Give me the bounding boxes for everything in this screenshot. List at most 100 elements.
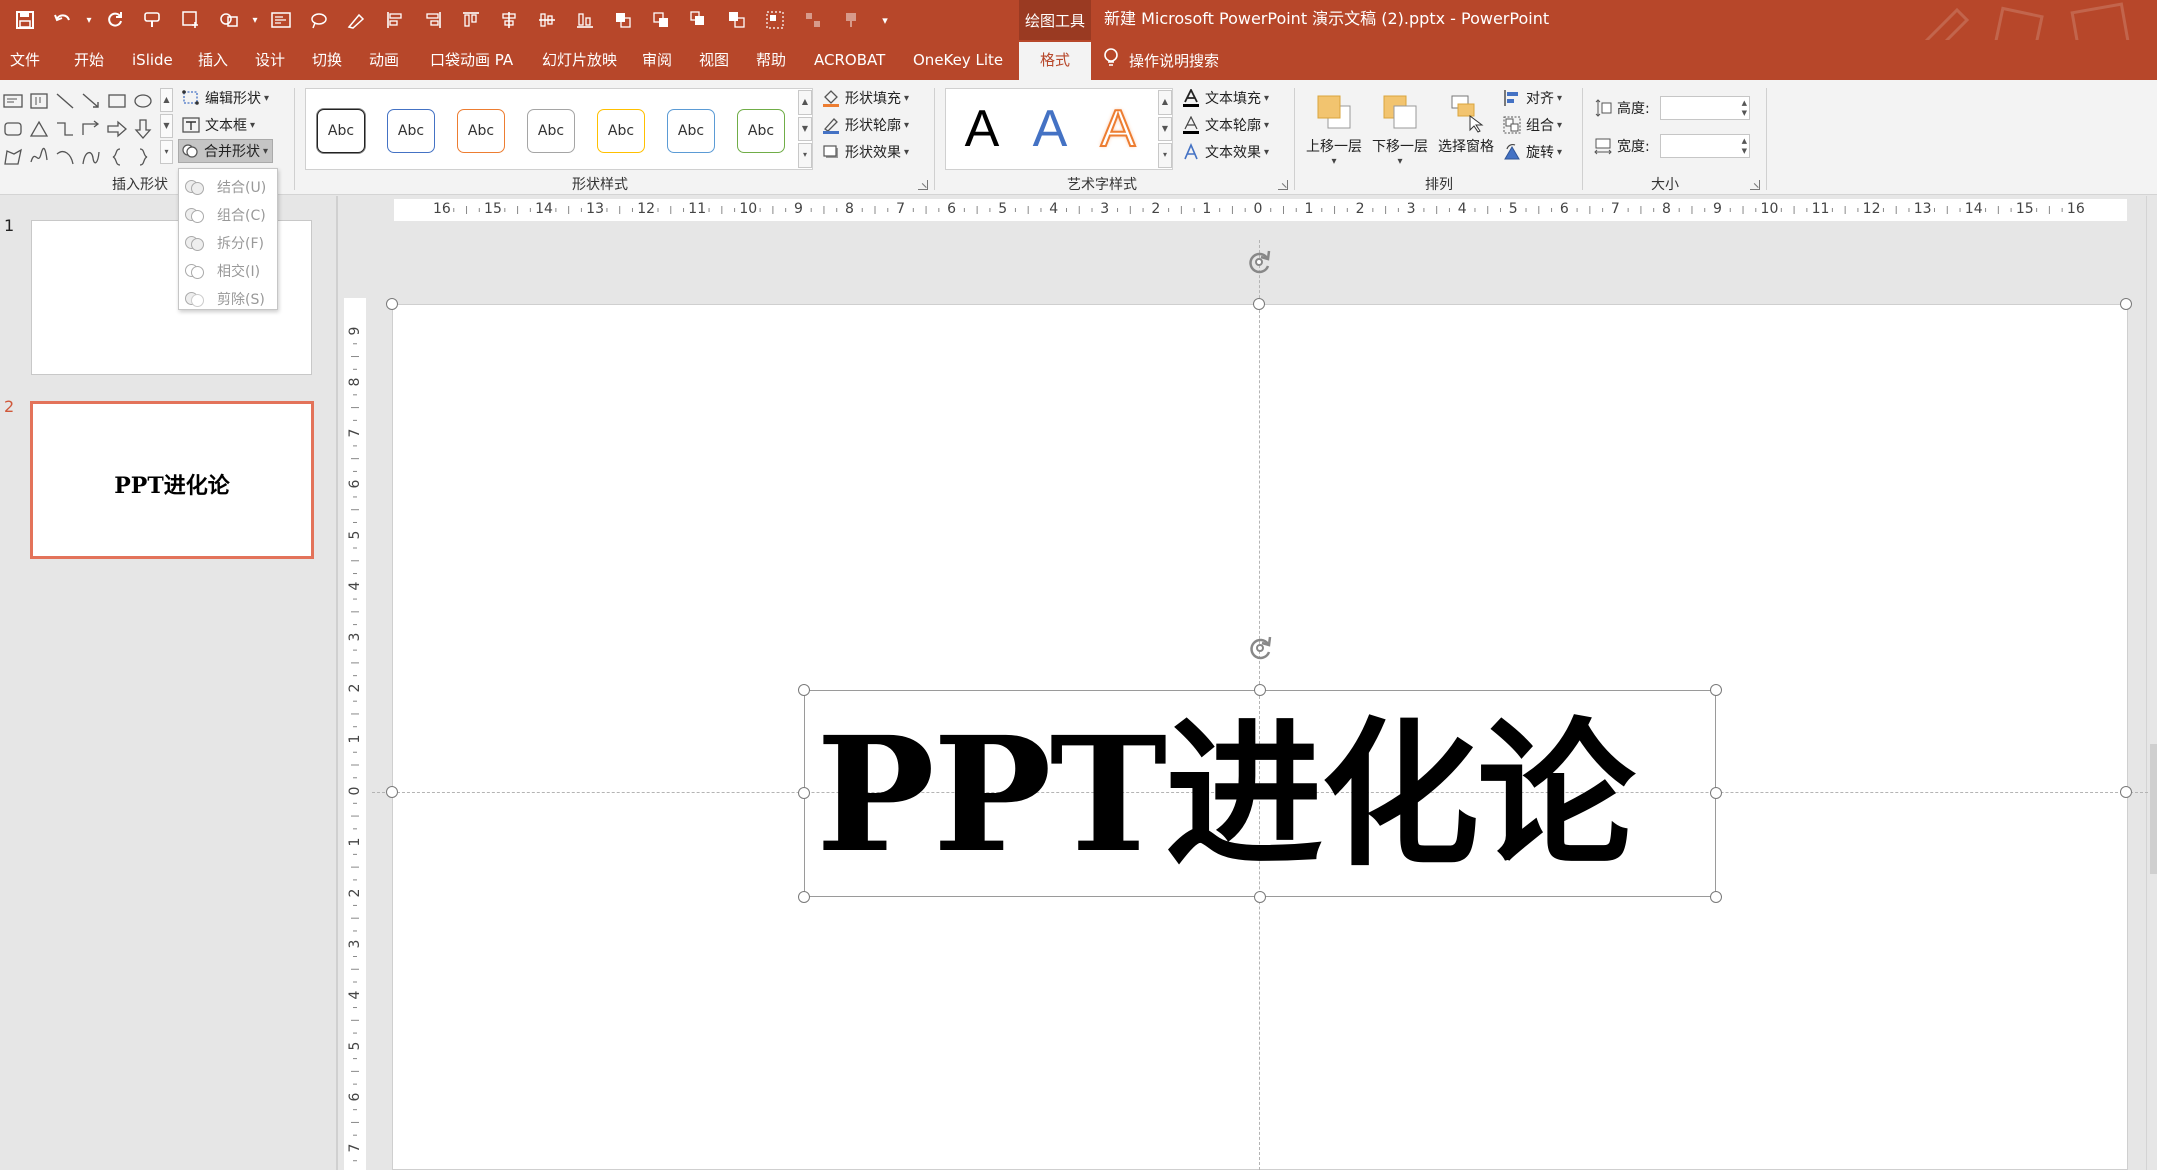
wordart-style-orange-outline[interactable]: A (1088, 99, 1148, 159)
scroll-up-icon[interactable]: ▲ (1158, 90, 1172, 115)
title-resize-handle-bottom[interactable] (1254, 891, 1266, 903)
vertical-scrollbar-thumb[interactable] (2150, 744, 2157, 874)
wordart-styles-launcher-icon[interactable] (1278, 180, 1288, 190)
format-painter-icon[interactable] (134, 4, 172, 36)
slide-placeholder-resize-handle[interactable] (386, 786, 398, 798)
text-box-button[interactable]: 文本框 ▾ (182, 113, 255, 137)
slide-placeholder-resize-handle[interactable] (2120, 298, 2132, 310)
shapes-dropdown-icon[interactable]: ▾ (248, 4, 262, 36)
gallery-more-icon[interactable]: ▾ (1158, 143, 1172, 169)
menu-item-subtract[interactable]: 剪除(S) (179, 285, 277, 313)
title-rotate-handle-icon[interactable] (1244, 632, 1276, 664)
regroup-icon[interactable] (832, 4, 870, 36)
wordart-styles-scroll[interactable]: ▲ ▼ ▾ (1158, 90, 1172, 169)
arrow-line-shape-icon[interactable] (80, 90, 102, 112)
curve-shape-icon[interactable] (80, 146, 102, 168)
gallery-more-icon[interactable]: ▾ (798, 143, 812, 169)
vertical-text-box-shape-icon[interactable] (28, 90, 50, 112)
shape-style-preset-1[interactable]: Abc (317, 109, 365, 153)
tab-transitions[interactable]: 切换 (312, 40, 342, 80)
bring-forward-button[interactable]: 上移一层 ▾ (1301, 88, 1367, 174)
title-resize-handle-top-right[interactable] (1710, 684, 1722, 696)
line-shape-icon[interactable] (54, 90, 76, 112)
align-middle-icon[interactable] (528, 4, 566, 36)
shapes-icon[interactable] (210, 4, 248, 36)
shapes-gallery[interactable] (2, 88, 160, 170)
new-slide-icon[interactable] (172, 4, 210, 36)
gallery-more-icon[interactable]: ▾ (160, 140, 173, 164)
align-button[interactable]: 对齐 ▾ (1503, 86, 1562, 110)
menu-item-combine[interactable]: 组合(C) (179, 201, 277, 229)
title-resize-handle-top-left[interactable] (798, 684, 810, 696)
slide-thumbnail-2[interactable]: PPT进化论 (30, 401, 314, 559)
left-brace-shape-icon[interactable] (106, 146, 128, 168)
tab-home[interactable]: 开始 (74, 40, 104, 80)
rectangle-shape-icon[interactable] (106, 90, 128, 112)
scroll-down-icon[interactable]: ▼ (1158, 116, 1172, 142)
shape-styles-launcher-icon[interactable] (918, 180, 928, 190)
align-left-icon[interactable] (376, 4, 414, 36)
spin-arrows-icon[interactable]: ▲ ▼ (1742, 136, 1747, 156)
undo-dropdown-icon[interactable]: ▾ (82, 4, 96, 36)
send-back-icon[interactable] (718, 4, 756, 36)
tab-review[interactable]: 审阅 (642, 40, 672, 80)
right-brace-shape-icon[interactable] (132, 146, 154, 168)
tab-file[interactable]: 文件 (10, 40, 40, 80)
pane-divider[interactable] (336, 196, 338, 1170)
elbow-arrow-shape-icon[interactable] (80, 118, 102, 140)
shape-style-preset-6[interactable]: Abc (667, 109, 715, 153)
arc-shape-icon[interactable] (54, 146, 76, 168)
down-arrow-shape-icon[interactable] (132, 118, 154, 140)
align-top-icon[interactable] (452, 4, 490, 36)
right-arrow-shape-icon[interactable] (106, 118, 128, 140)
shape-style-preset-5[interactable]: Abc (597, 109, 645, 153)
triangle-shape-icon[interactable] (28, 118, 50, 140)
height-input[interactable]: ▲ ▼ (1660, 96, 1750, 120)
tab-view[interactable]: 视图 (699, 40, 729, 80)
shape-style-preset-4[interactable]: Abc (527, 109, 575, 153)
slide-title-text[interactable]: PPT进化论 (816, 706, 1636, 886)
tab-pocket-animation[interactable]: 口袋动画 PA (430, 40, 513, 80)
slide-placeholder-rotate-handle-icon[interactable] (1243, 246, 1275, 278)
group-objects-button[interactable]: 组合 ▾ (1503, 113, 1562, 137)
width-input[interactable]: ▲ ▼ (1660, 134, 1750, 158)
tab-help[interactable]: 帮助 (756, 40, 786, 80)
tell-me-search[interactable]: 操作说明搜索 (1103, 40, 1219, 80)
title-resize-handle-top[interactable] (1254, 684, 1266, 696)
rounded-rectangle-shape-icon[interactable] (2, 118, 24, 140)
lasso-icon[interactable] (300, 4, 338, 36)
title-resize-handle-bottom-right[interactable] (1710, 891, 1722, 903)
align-right-icon[interactable] (414, 4, 452, 36)
size-launcher-icon[interactable] (1750, 180, 1760, 190)
rotate-button[interactable]: 旋转 ▾ (1503, 140, 1562, 164)
tab-acrobat[interactable]: ACROBAT (814, 40, 885, 80)
align-bottom-icon[interactable] (566, 4, 604, 36)
slide-placeholder-resize-handle[interactable] (1253, 298, 1265, 310)
selection-pane-button[interactable]: 选择窗格 (1433, 88, 1499, 174)
shapes-gallery-scroll[interactable]: ▲ ▼ ▾ (160, 88, 173, 164)
redo-icon[interactable] (96, 4, 134, 36)
tab-onekey-lite[interactable]: OneKey Lite (913, 40, 1003, 80)
slide-placeholder-resize-handle[interactable] (2120, 786, 2132, 798)
shape-styles-gallery[interactable]: Abc Abc Abc Abc Abc Abc Abc (305, 88, 813, 170)
title-resize-handle-bottom-left[interactable] (798, 891, 810, 903)
shape-style-preset-3[interactable]: Abc (457, 109, 505, 153)
text-outline-button[interactable]: 文本轮廓 ▾ (1182, 113, 1269, 137)
bring-front-icon[interactable] (680, 4, 718, 36)
tab-format[interactable]: 格式 (1019, 42, 1091, 80)
tab-slide-show[interactable]: 幻灯片放映 (542, 40, 617, 80)
freeform-shape-icon[interactable] (2, 146, 24, 168)
text-effects-button[interactable]: 文本效果 ▾ (1182, 140, 1269, 164)
elbow-connector-shape-icon[interactable] (54, 118, 76, 140)
bring-forward-icon[interactable] (604, 4, 642, 36)
spin-arrows-icon[interactable]: ▲ ▼ (1742, 98, 1747, 118)
wordart-style-blue[interactable]: A (1020, 99, 1080, 159)
scribble-shape-icon[interactable] (28, 146, 50, 168)
title-resize-handle-right[interactable] (1710, 787, 1722, 799)
send-backward-button[interactable]: 下移一层 ▾ (1367, 88, 1433, 174)
tab-insert[interactable]: 插入 (198, 40, 228, 80)
save-icon[interactable] (6, 4, 44, 36)
shape-style-preset-2[interactable]: Abc (387, 109, 435, 153)
shape-outline-button[interactable]: 形状轮廓 ▾ (822, 113, 909, 137)
slide-placeholder-resize-handle[interactable] (386, 298, 398, 310)
